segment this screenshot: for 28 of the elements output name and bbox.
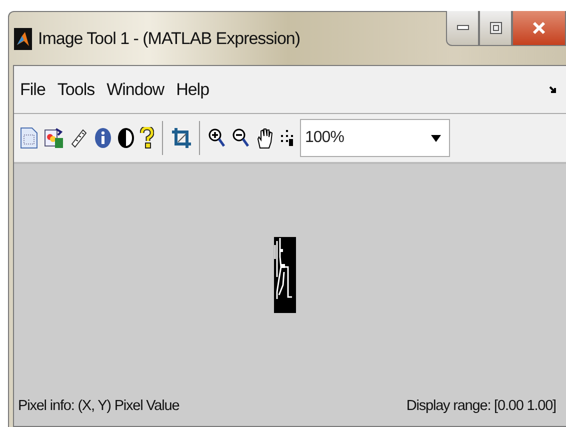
zoom-dropdown[interactable]: 100% (300, 119, 450, 157)
new-document-icon[interactable] (20, 127, 38, 149)
close-button[interactable] (512, 11, 566, 46)
menu-item[interactable]: File (20, 80, 46, 100)
ruler-icon[interactable] (70, 128, 88, 148)
minimize-button[interactable] (446, 11, 479, 46)
help-icon[interactable] (140, 127, 154, 149)
contrast-icon[interactable] (118, 128, 134, 148)
app-icon (14, 28, 32, 50)
close-icon (532, 21, 546, 35)
menu-item[interactable]: Window (106, 80, 164, 100)
hand-icon[interactable] (256, 127, 274, 149)
image-export-icon[interactable] (44, 127, 64, 149)
pixel-info-text: Pixel info: (X, Y) Pixel Value (18, 398, 180, 414)
dropdown-arrow-icon (431, 134, 441, 142)
menu-item[interactable]: Help (176, 80, 210, 100)
crop-icon[interactable] (171, 127, 191, 149)
zoom-out-icon[interactable] (232, 128, 250, 148)
maximize-icon (490, 22, 502, 34)
dock-arrow-icon[interactable] (549, 86, 557, 94)
pixel-region-icon[interactable] (280, 129, 294, 147)
info-icon[interactable] (94, 127, 112, 149)
display-range-text: Display range: [0.00 1.00] (406, 398, 556, 414)
menu-item[interactable]: Tools (57, 80, 95, 100)
window-title: Image Tool 1 - (MATLAB Expression) (38, 28, 300, 48)
maximize-button[interactable] (479, 11, 512, 46)
minimize-icon (456, 25, 468, 31)
zoom-in-icon[interactable] (208, 128, 226, 148)
